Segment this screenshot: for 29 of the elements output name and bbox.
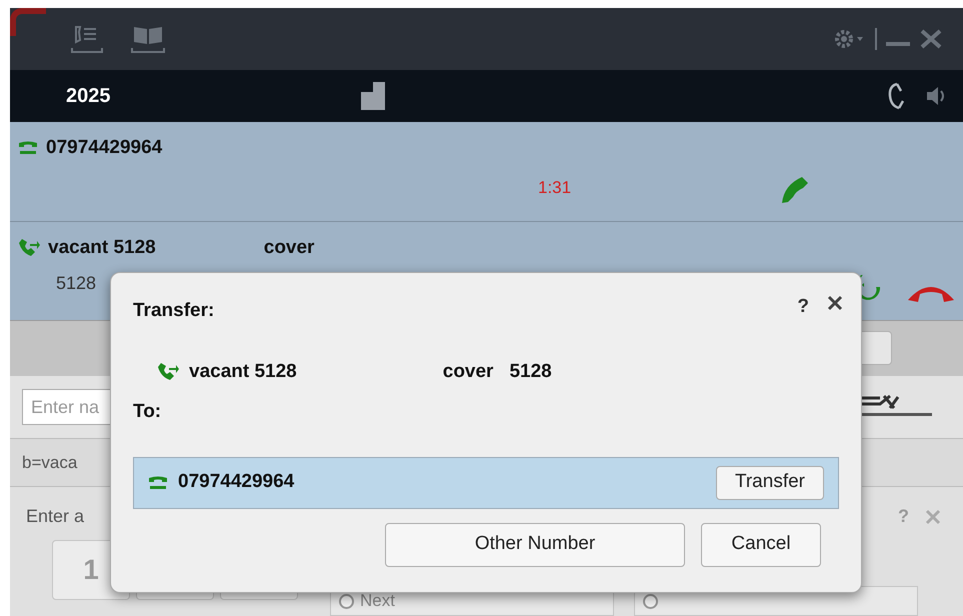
call-label: cover — [442, 360, 494, 384]
to-label: To: — [133, 400, 162, 424]
corner-mark-icon — [10, 8, 46, 36]
transfer-handset-icon — [18, 238, 40, 258]
handset-icon[interactable] — [887, 82, 905, 110]
help-icon[interactable]: ? — [797, 293, 809, 322]
handset-icon — [18, 141, 38, 156]
dialog-button[interactable]: Other Number — [385, 522, 685, 566]
close-icon[interactable] — [827, 295, 843, 311]
dial-prompt: Enter a — [26, 505, 84, 528]
caller-extension: 5128 — [56, 272, 96, 295]
call-number: 5128 — [509, 360, 552, 384]
transfer-handset-icon — [157, 362, 179, 382]
status-text: b=vaca — [22, 452, 78, 474]
extension-number: 2025 — [66, 84, 110, 109]
transfer-target-row[interactable]: 07974429964 Transfer — [133, 456, 839, 508]
call-name: vacant 5128 — [189, 360, 297, 384]
book-icon[interactable] — [130, 24, 166, 54]
caller-number: 07974429964 — [46, 136, 162, 160]
call-log-icon[interactable] — [70, 24, 104, 54]
handset-icon — [148, 476, 168, 490]
dialog-button[interactable]: Cancel — [701, 522, 821, 566]
target-number: 07974429964 — [178, 470, 294, 494]
building-icon — [360, 82, 386, 110]
transfer-button[interactable]: Transfer — [716, 466, 824, 500]
call-label: cover — [264, 236, 314, 260]
call-timer: 1:31 — [538, 176, 572, 198]
dialog-title: Transfer: — [133, 299, 214, 323]
caller-name: vacant 5128 — [48, 236, 156, 260]
